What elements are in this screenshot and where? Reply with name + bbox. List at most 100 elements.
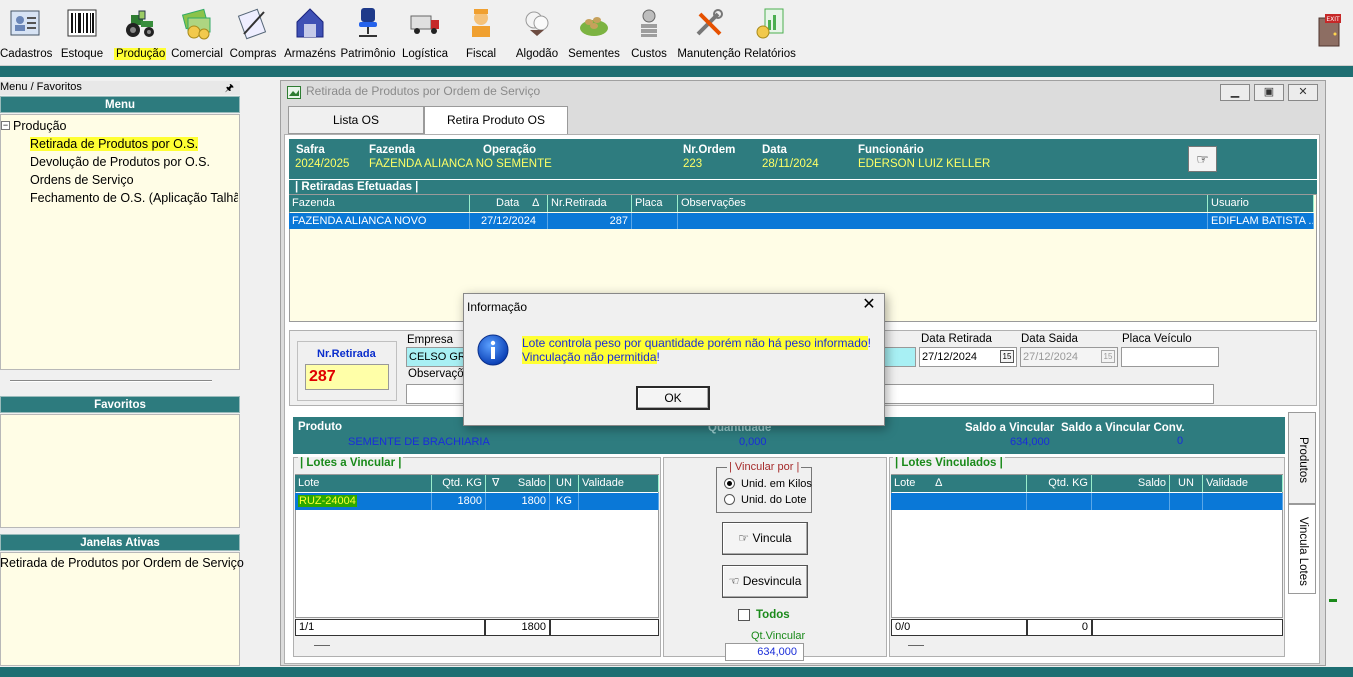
qtd-kg-cell[interactable]: 1800 bbox=[432, 493, 486, 510]
bottom-status-bar bbox=[0, 667, 1353, 677]
col-validade[interactable]: Validade bbox=[1203, 475, 1283, 492]
toolbar-algodao[interactable]: Algodão bbox=[514, 4, 560, 64]
lote-cell[interactable]: RUZ-24004 bbox=[295, 493, 432, 510]
favoritos-header: Favoritos bbox=[0, 396, 240, 413]
tree-item-fechamento[interactable]: Fechamento de O.S. (Aplicação Talhã bbox=[30, 191, 238, 205]
report-icon bbox=[756, 8, 784, 39]
data-retirada-field[interactable]: 27/12/2024 15 bbox=[919, 347, 1017, 367]
empty-row-cell[interactable] bbox=[1027, 493, 1092, 510]
row-cell-data[interactable]: 27/12/2024 bbox=[470, 213, 548, 229]
toolbar-label: Custos bbox=[631, 48, 667, 60]
col-un[interactable]: UN bbox=[1170, 475, 1203, 492]
tree-item-devolucao[interactable]: Devolução de Produtos por O.S. bbox=[30, 155, 210, 169]
toolbar-fiscal[interactable]: Fiscal bbox=[462, 4, 500, 64]
barcode-icon bbox=[67, 9, 97, 37]
todos-checkbox[interactable] bbox=[738, 609, 750, 621]
ok-button[interactable]: OK bbox=[636, 386, 710, 410]
col-usuario[interactable]: Usuario bbox=[1208, 195, 1314, 212]
toolbar-sementes[interactable]: Sementes bbox=[566, 4, 622, 64]
restore-button[interactable]: ▣ bbox=[1254, 84, 1284, 101]
data-saida-field: 27/12/2024 15 bbox=[1020, 347, 1118, 367]
col-saldo[interactable]: Saldo bbox=[1092, 475, 1170, 492]
col-nr-retirada[interactable]: Nr.Retirada bbox=[548, 195, 632, 212]
toolbar-manutencao[interactable]: Manutenção bbox=[676, 4, 742, 64]
quantidade-value: 0,000 bbox=[739, 436, 767, 448]
toolbar-compras[interactable]: Compras bbox=[228, 4, 278, 64]
toolbar-custos[interactable]: Custos bbox=[628, 4, 670, 64]
tree-item-retirada[interactable]: Retirada de Produtos por O.S. bbox=[30, 137, 199, 151]
lotes-total-footer: 1800 bbox=[485, 619, 550, 636]
toolbar-cadastros[interactable]: Cadastros bbox=[0, 4, 52, 64]
col-saldo[interactable]: ∇ Saldo bbox=[486, 475, 550, 492]
empty-row-cell[interactable] bbox=[1092, 493, 1170, 510]
col-lote[interactable]: Lote ∆ bbox=[891, 475, 1027, 492]
tab-lista-os[interactable]: Lista OS bbox=[288, 106, 424, 134]
toolbar-estoque[interactable]: Estoque bbox=[58, 4, 106, 64]
col-placa[interactable]: Placa bbox=[632, 195, 678, 212]
placa-label: Placa Veículo bbox=[1122, 333, 1192, 345]
minimize-button[interactable]: ▁ bbox=[1220, 84, 1250, 101]
row-cell-observacoes[interactable] bbox=[678, 213, 1208, 229]
toolbar-label: Patrimônio bbox=[340, 48, 396, 60]
splitter[interactable] bbox=[10, 380, 212, 382]
data-retirada-label: Data Retirada bbox=[921, 333, 992, 345]
col-un[interactable]: UN bbox=[550, 475, 579, 492]
truck-icon bbox=[410, 15, 439, 34]
vinculados-footer-blank bbox=[1092, 619, 1283, 636]
empty-row-cell[interactable] bbox=[891, 493, 1027, 510]
radio-kilos[interactable] bbox=[724, 478, 735, 489]
toolbar-logistica[interactable]: Logística bbox=[400, 4, 450, 64]
col-qtd-kg[interactable]: Qtd. KG bbox=[1027, 475, 1092, 492]
radio-lote[interactable] bbox=[724, 494, 735, 505]
dialog-close-button[interactable]: ✕ bbox=[859, 296, 879, 316]
todos-label: Todos bbox=[756, 609, 790, 621]
toolbar-patrimonio[interactable]: Patrimônio bbox=[340, 4, 396, 64]
toolbar-relatorios[interactable]: Relatórios bbox=[744, 4, 796, 64]
side-tab-produtos[interactable]: Produtos bbox=[1288, 412, 1316, 504]
janela-item[interactable]: Retirada de Produtos por Ordem de Serviç… bbox=[0, 556, 244, 570]
validade-cell[interactable] bbox=[579, 493, 659, 510]
vincula-button[interactable]: ☞ Vincula bbox=[722, 522, 808, 555]
col-observacoes[interactable]: Observações bbox=[678, 195, 1208, 212]
side-tab-vincula-lotes[interactable]: Vincula Lotes bbox=[1288, 504, 1316, 594]
row-cell-nr-retirada[interactable]: 287 bbox=[548, 213, 632, 229]
toolbar-producao[interactable]: Produção bbox=[114, 4, 166, 64]
collapse-icon[interactable]: − bbox=[1, 121, 10, 130]
col-data[interactable]: Data ∆ bbox=[470, 195, 548, 212]
pointing-hand-button[interactable]: ☞ bbox=[1188, 146, 1217, 172]
un-cell[interactable]: KG bbox=[550, 493, 579, 510]
nr-ordem-value: 223 bbox=[683, 158, 703, 170]
placa-field[interactable] bbox=[1121, 347, 1219, 367]
produto-label: Produto bbox=[298, 421, 343, 433]
toolbar-armazens[interactable]: Armazéns bbox=[284, 4, 336, 64]
saldo-cell[interactable]: 1800 bbox=[486, 493, 550, 510]
tools-icon bbox=[696, 9, 723, 36]
row-cell-placa[interactable] bbox=[632, 213, 678, 229]
tab-retira-produto-os[interactable]: Retira Produto OS bbox=[424, 106, 568, 134]
produto-value: SEMENTE DE BRACHIARIA bbox=[348, 436, 490, 448]
col-fazenda[interactable]: Fazenda bbox=[289, 195, 470, 212]
row-cell-usuario[interactable]: EDIFLAM BATISTA ... bbox=[1208, 213, 1314, 229]
fazenda-value: FAZENDA ALIANCA NO SEMENTE bbox=[369, 158, 552, 170]
empty-row-cell[interactable] bbox=[1170, 493, 1203, 510]
qt-vincular-field[interactable]: 634,000 bbox=[725, 643, 804, 661]
desvincula-button[interactable]: ☜ Desvincula bbox=[722, 565, 808, 598]
col-qtd-kg[interactable]: Qtd. KG bbox=[432, 475, 486, 492]
empty-row-cell[interactable] bbox=[1203, 493, 1283, 510]
radio-kilos-label: Unid. em Kilos bbox=[741, 478, 812, 490]
calendar-icon[interactable]: 15 bbox=[1000, 350, 1014, 363]
toolbar-comercial[interactable]: Comercial bbox=[170, 4, 224, 64]
col-validade[interactable]: Validade bbox=[579, 475, 659, 492]
col-lote[interactable]: Lote bbox=[295, 475, 432, 492]
tree-item-ordens[interactable]: Ordens de Serviço bbox=[30, 173, 134, 187]
favoritos-list bbox=[0, 414, 240, 528]
row-cell-fazenda[interactable]: FAZENDA ALIANCA NOVO bbox=[289, 213, 470, 229]
tree-root-producao[interactable]: Produção bbox=[13, 119, 67, 133]
nr-retirada-field[interactable]: 287 bbox=[305, 364, 389, 390]
exit-door-icon[interactable]: EXIT bbox=[1311, 12, 1347, 48]
officer-icon bbox=[472, 9, 490, 37]
col-lote-label: Lote bbox=[894, 477, 916, 489]
close-window-button[interactable]: ✕ bbox=[1288, 84, 1318, 101]
dialog-message-line2-text: Vinculação não permitida bbox=[522, 350, 657, 364]
pointing-left-hand-icon: ☜ bbox=[728, 574, 743, 588]
